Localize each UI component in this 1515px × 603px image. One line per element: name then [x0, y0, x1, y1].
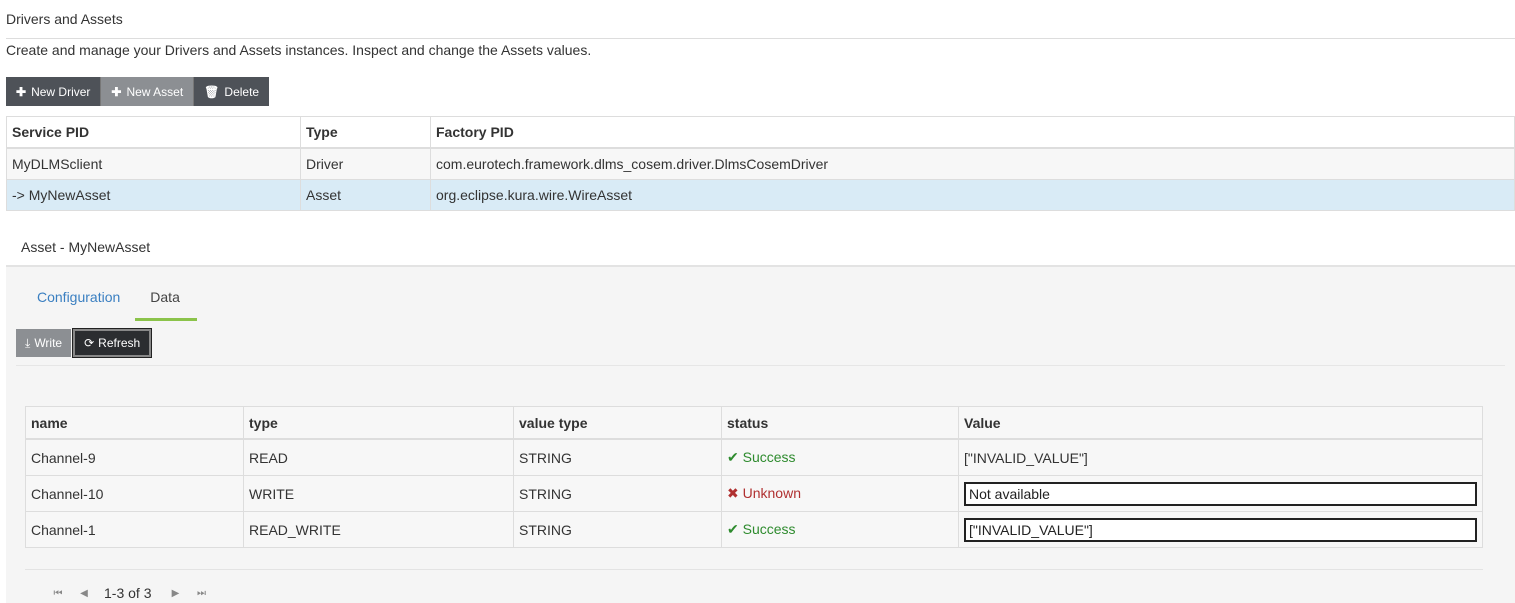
column-header-status[interactable]: status — [721, 406, 959, 440]
type-cell: Driver — [300, 147, 431, 180]
write-button[interactable]: ⤓ Write — [16, 329, 72, 357]
value-cell — [958, 511, 1483, 548]
new-asset-button[interactable]: ✚ New Asset — [101, 77, 195, 106]
refresh-button[interactable]: ⟳ Refresh — [72, 328, 153, 358]
previous-page-icon[interactable]: ◀ — [76, 588, 92, 599]
main-toolbar: ✚ New Driver ✚ New Asset 🗑 Delete — [6, 77, 270, 106]
last-page-icon[interactable]: ⏭ — [193, 588, 209, 599]
delete-button[interactable]: 🗑 Delete — [194, 77, 270, 106]
value-cell — [958, 475, 1483, 512]
table-row[interactable]: Channel-10 WRITE STRING ✖ Unknown — [25, 475, 1483, 512]
plus-icon: ✚ — [16, 84, 27, 99]
value-input[interactable] — [964, 481, 1477, 506]
pager-divider — [25, 569, 1483, 570]
plus-icon: ✚ — [111, 84, 122, 99]
column-header-service-pid[interactable]: Service PID — [6, 116, 301, 149]
factory-pid-cell: org.eclipse.kura.wire.WireAsset — [430, 179, 1515, 211]
services-table: Service PID Type Factory PID MyDLMSclien… — [6, 116, 1515, 211]
trash-icon: 🗑 — [204, 84, 220, 99]
channel-name-cell: Channel-9 — [25, 438, 244, 476]
channels-table: name type value type status Value Channe… — [25, 406, 1483, 548]
download-icon: ⤓ — [25, 335, 31, 350]
value-type-cell: STRING — [513, 475, 722, 512]
refresh-label: Refresh — [98, 336, 141, 350]
table-row[interactable]: MyDLMSclient Driver com.eurotech.framewo… — [6, 147, 1515, 180]
column-header-name[interactable]: name — [25, 406, 244, 440]
value-type-cell: STRING — [513, 511, 722, 548]
page-title: Drivers and Assets — [6, 11, 123, 27]
channels-header-row: name type value type status Value — [25, 406, 1483, 440]
status-cell: ✔ Success — [721, 511, 959, 548]
asset-panel: Configuration Data ⤓ Write ⟳ Refresh nam… — [6, 265, 1515, 603]
asset-tabs: Configuration Data — [22, 283, 198, 321]
factory-pid-cell: com.eurotech.framework.dlms_cosem.driver… — [430, 147, 1515, 180]
value-input[interactable] — [964, 517, 1477, 542]
tab-configuration[interactable]: Configuration — [22, 283, 135, 315]
delete-label: Delete — [224, 84, 260, 99]
channel-type-cell: READ — [243, 438, 514, 476]
check-icon: ✔ — [727, 521, 739, 537]
status-cell: ✖ Unknown — [721, 475, 959, 512]
page-description: Create and manage your Drivers and Asset… — [6, 42, 592, 58]
data-toolbar: ⤓ Write ⟳ Refresh — [16, 328, 153, 358]
column-header-value[interactable]: Value — [958, 406, 1483, 440]
service-pid-cell: MyDLMSclient — [6, 147, 301, 180]
pager: ⏮ ◀ 1-3 of 3 ▶ ⏭ — [50, 585, 219, 601]
check-icon: ✔ — [727, 449, 739, 465]
table-row-selected[interactable]: -> MyNewAsset Asset org.eclipse.kura.wir… — [6, 179, 1515, 211]
table-row[interactable]: Channel-9 READ STRING ✔ Success ["INVALI… — [25, 438, 1483, 476]
service-pid-cell: -> MyNewAsset — [6, 179, 301, 211]
cross-icon: ✖ — [727, 485, 739, 501]
status-text: Success — [742, 521, 796, 537]
value-cell: ["INVALID_VALUE"] — [958, 438, 1483, 476]
channel-name-cell: Channel-10 — [25, 475, 244, 512]
channel-name-cell: Channel-1 — [25, 511, 244, 548]
column-header-type[interactable]: Type — [300, 116, 431, 149]
pager-count: 1-3 of 3 — [104, 585, 152, 601]
column-header-type[interactable]: type — [243, 406, 514, 440]
services-header-row: Service PID Type Factory PID — [6, 116, 1515, 149]
refresh-icon: ⟳ — [84, 336, 95, 350]
first-page-icon[interactable]: ⏮ — [50, 588, 66, 599]
table-row[interactable]: Channel-1 READ_WRITE STRING ✔ Success — [25, 511, 1483, 548]
write-label: Write — [34, 336, 63, 350]
status-cell: ✔ Success — [721, 438, 959, 476]
type-cell: Asset — [300, 179, 431, 211]
title-divider — [6, 38, 1515, 39]
value-type-cell: STRING — [513, 438, 722, 476]
tab-data[interactable]: Data — [135, 283, 198, 321]
new-driver-button[interactable]: ✚ New Driver — [6, 77, 102, 106]
channel-type-cell: READ_WRITE — [243, 511, 514, 548]
next-page-icon[interactable]: ▶ — [167, 588, 183, 599]
asset-panel-title: Asset - MyNewAsset — [21, 239, 151, 255]
toolbar-divider — [16, 365, 1505, 366]
new-asset-label: New Asset — [126, 84, 184, 99]
new-driver-label: New Driver — [31, 84, 91, 99]
column-header-factory-pid[interactable]: Factory PID — [430, 116, 1515, 149]
column-header-value-type[interactable]: value type — [513, 406, 722, 440]
status-text: Unknown — [742, 485, 801, 501]
channel-type-cell: WRITE — [243, 475, 514, 512]
status-text: Success — [742, 449, 796, 465]
